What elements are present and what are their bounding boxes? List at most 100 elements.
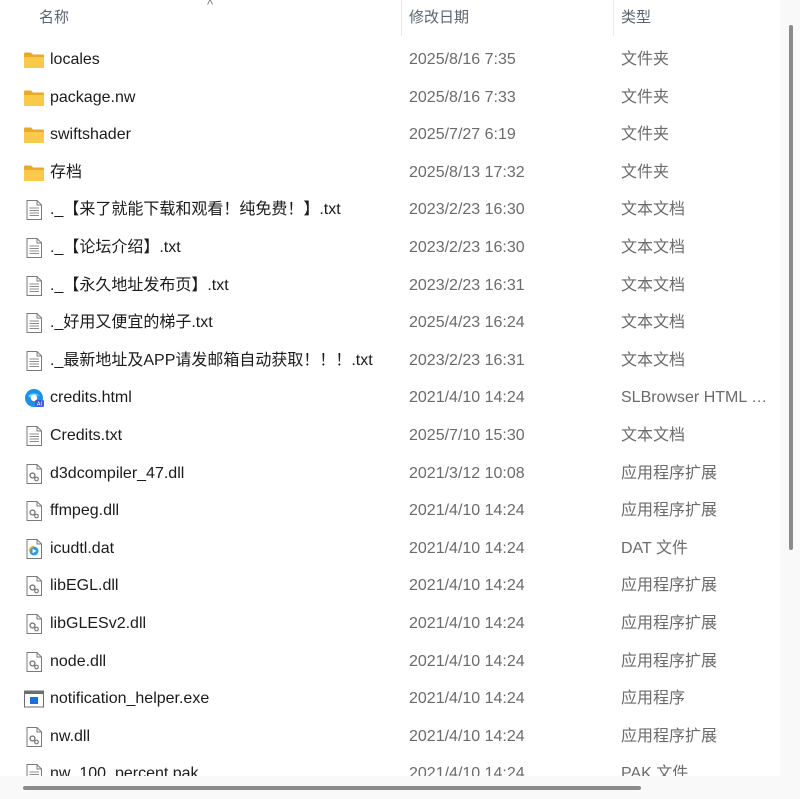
folder-icon: [23, 162, 45, 184]
file-modified-date: 2021/4/10 14:24: [409, 389, 525, 407]
file-row[interactable]: node.dll 2021/4/10 14:24 应用程序扩展: [0, 643, 780, 680]
file-row[interactable]: ._【论坛介绍】.txt 2023/2/23 16:30 文本文档: [0, 229, 780, 266]
file-type: DAT 文件: [621, 539, 688, 557]
file-modified-date: 2025/7/27 6:19: [409, 126, 516, 144]
text-file-icon: [23, 763, 45, 776]
file-name: notification_helper.exe: [50, 690, 210, 708]
file-name: swiftshader: [50, 126, 131, 144]
column-header-name[interactable]: 名称: [31, 0, 401, 36]
file-row[interactable]: package.nw 2025/8/16 7:33 文件夹: [0, 79, 780, 116]
text-file-icon: [23, 237, 45, 259]
file-row[interactable]: d3dcompiler_47.dll 2021/3/12 10:08 应用程序扩展: [0, 455, 780, 492]
file-modified-date: 2025/8/16 7:35: [409, 51, 516, 68]
file-row[interactable]: swiftshader 2025/7/27 6:19 文件夹: [0, 116, 780, 153]
file-name: ._【来了就能下载和观看！纯免费！】.txt: [50, 201, 341, 219]
file-type: 应用程序扩展: [621, 727, 718, 745]
file-modified-date: 2023/2/23 16:30: [409, 239, 525, 256]
column-header-date[interactable]: 修改日期: [401, 0, 613, 36]
file-modified-date: 2021/4/10 14:24: [409, 690, 525, 708]
horizontal-scrollbar-thumb[interactable]: [23, 786, 641, 790]
dll-file-icon: [23, 463, 45, 485]
text-file-icon: [23, 199, 45, 221]
file-name: ._【论坛介绍】.txt: [50, 239, 181, 256]
file-name: ffmpeg.dll: [50, 502, 120, 520]
file-type: 应用程序: [621, 690, 686, 708]
dll-file-icon: [23, 613, 45, 635]
file-modified-date: 2025/7/10 15:30: [409, 427, 525, 444]
file-type: 应用程序扩展: [621, 502, 718, 520]
file-row[interactable]: ._最新地址及APP请发邮箱自动获取！！！.txt 2023/2/23 16:31…: [0, 342, 780, 379]
text-file-icon: [23, 350, 45, 372]
browser-html-icon: AI: [23, 387, 45, 409]
file-name: libEGL.dll: [50, 577, 119, 595]
text-file-icon: [23, 312, 45, 334]
file-name: icudtl.dat: [50, 539, 115, 557]
file-list-view: 名称 ^ 修改日期 类型 locales 2025/8/16 7:35 文件夹 pac…: [0, 0, 780, 776]
file-row[interactable]: locales 2025/8/16 7:35 文件夹: [0, 41, 780, 78]
dll-file-icon: [23, 726, 45, 748]
file-modified-date: 2021/3/12 10:08: [409, 464, 525, 482]
file-name: d3dcompiler_47.dll: [50, 464, 185, 482]
column-header-type[interactable]: 类型: [613, 0, 780, 36]
file-type: 应用程序扩展: [621, 652, 718, 670]
file-row[interactable]: Credits.txt 2025/7/10 15:30 文本文档: [0, 417, 780, 454]
file-type: 文件夹: [621, 163, 670, 181]
folder-icon: [23, 124, 45, 146]
dll-file-icon: [23, 500, 45, 522]
file-name: ._【永久地址发布页】.txt: [50, 276, 229, 294]
media-file-icon: [23, 538, 45, 560]
file-type: SLBrowser HTML Document: [621, 389, 777, 407]
file-type: 文本文档: [621, 314, 686, 332]
file-modified-date: 2023/2/23 16:31: [409, 276, 525, 294]
file-name: locales: [50, 51, 100, 68]
exe-file-icon: [23, 688, 45, 710]
file-row[interactable]: AI credits.html 2021/4/10 14:24 SLBrowser H…: [0, 379, 780, 416]
file-type: 文本文档: [621, 276, 686, 294]
svg-text:AI: AI: [37, 402, 43, 408]
file-modified-date: 2023/2/23 16:30: [409, 201, 525, 219]
folder-icon: [23, 49, 45, 71]
file-type: 文件夹: [621, 88, 670, 106]
file-type: 应用程序扩展: [621, 577, 718, 595]
file-type: 文件夹: [621, 126, 670, 144]
file-name: ._最新地址及APP请发邮箱自动获取！！！.txt: [50, 351, 373, 369]
file-type: 应用程序扩展: [621, 464, 718, 482]
vertical-scrollbar-thumb[interactable]: [789, 25, 793, 550]
file-name: node.dll: [50, 652, 107, 670]
file-row[interactable]: nw.dll 2021/4/10 14:24 应用程序扩展: [0, 718, 780, 755]
file-name: ._好用又便宜的梯子.txt: [50, 314, 213, 332]
folder-icon: [23, 87, 45, 109]
file-row[interactable]: nw_100_percent.pak 2021/4/10 14:24 PAK 文件: [0, 755, 780, 776]
file-type: 应用程序扩展: [621, 615, 718, 632]
file-row[interactable]: libEGL.dll 2021/4/10 14:24 应用程序扩展: [0, 567, 780, 604]
file-type: PAK 文件: [621, 765, 689, 776]
file-modified-date: 2025/8/13 17:32: [409, 163, 525, 181]
file-modified-date: 2023/2/23 16:31: [409, 351, 525, 369]
file-modified-date: 2021/4/10 14:24: [409, 727, 525, 745]
file-modified-date: 2021/4/10 14:24: [409, 765, 525, 776]
file-name: package.nw: [50, 88, 136, 106]
file-name: 存档: [50, 163, 83, 181]
file-type: 文本文档: [621, 201, 686, 219]
file-row[interactable]: ._好用又便宜的梯子.txt 2025/4/23 16:24 文本文档: [0, 304, 780, 341]
file-row[interactable]: ._【永久地址发布页】.txt 2023/2/23 16:31 文本文档: [0, 267, 780, 304]
file-type: 文本文档: [621, 351, 686, 369]
file-row[interactable]: notification_helper.exe 2021/4/10 14:24 应用…: [0, 680, 780, 717]
text-file-icon: [23, 275, 45, 297]
file-modified-date: 2025/4/23 16:24: [409, 314, 525, 332]
file-modified-date: 2021/4/10 14:24: [409, 539, 525, 557]
file-modified-date: 2021/4/10 14:24: [409, 502, 525, 520]
file-modified-date: 2021/4/10 14:24: [409, 652, 525, 670]
column-header-bar: 名称 ^ 修改日期 类型: [0, 0, 780, 36]
dll-file-icon: [23, 651, 45, 673]
file-row[interactable]: libGLESv2.dll 2021/4/10 14:24 应用程序扩展: [0, 605, 780, 642]
file-row[interactable]: ._【来了就能下载和观看！纯免费！】.txt 2023/2/23 16:30 文本文…: [0, 191, 780, 228]
file-row[interactable]: 存档 2025/8/13 17:32 文件夹: [0, 154, 780, 191]
text-file-icon: [23, 425, 45, 447]
file-name: libGLESv2.dll: [50, 615, 147, 632]
file-name: nw_100_percent.pak: [50, 765, 199, 776]
file-type: 文本文档: [621, 427, 686, 444]
file-row[interactable]: icudtl.dat 2021/4/10 14:24 DAT 文件: [0, 530, 780, 567]
file-type: 文本文档: [621, 239, 686, 256]
file-row[interactable]: ffmpeg.dll 2021/4/10 14:24 应用程序扩展: [0, 492, 780, 529]
